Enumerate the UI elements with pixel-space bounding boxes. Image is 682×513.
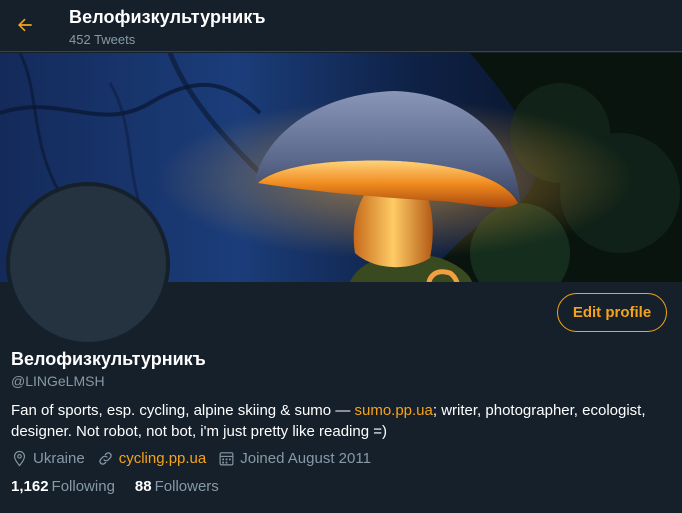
- bio-link[interactable]: sumo.pp.ua: [354, 402, 432, 419]
- profile-meta: Ukraine cycling.pp.ua Joined August 2011: [11, 448, 383, 468]
- location-text: Ukraine: [33, 449, 85, 467]
- user-handle: @LINGeLMSH: [11, 373, 105, 389]
- bio-text-start: Fan of sports, esp. cycling, alpine skii…: [11, 402, 355, 419]
- followers-label: Followers: [154, 478, 219, 495]
- display-name: Велофизкультурникъ: [11, 349, 206, 369]
- top-bar: Велофизкультурникъ 452 Tweets: [0, 0, 682, 52]
- profile-bio: Fan of sports, esp. cycling, alpine skii…: [11, 400, 671, 442]
- following-label: Following: [51, 478, 115, 495]
- website-link[interactable]: cycling.pp.ua: [119, 450, 207, 467]
- avatar[interactable]: [6, 182, 170, 346]
- joined-text: Joined August 2011: [240, 449, 371, 467]
- link-icon: [98, 451, 112, 465]
- tweet-count: 452 Tweets: [69, 32, 136, 47]
- followers-link[interactable]: 88 Followers: [135, 478, 219, 495]
- calendar-icon: [219, 451, 234, 465]
- following-link[interactable]: 1,162 Following: [11, 478, 115, 495]
- back-button[interactable]: [10, 10, 40, 40]
- followers-count: 88: [134, 478, 152, 495]
- header-title: Велофизкультурникъ: [69, 7, 266, 27]
- joined-item: Joined August 2011: [218, 450, 371, 467]
- location-item: Ukraine: [11, 450, 85, 467]
- arrow-left-icon: [18, 18, 32, 32]
- follow-stats: 1,162 Following 88 Followers: [11, 478, 239, 495]
- edit-profile-button[interactable]: Edit profile: [557, 293, 667, 332]
- location-pin-icon: [13, 450, 26, 466]
- following-count: 1,162: [11, 478, 49, 495]
- website-item: cycling.pp.ua: [97, 450, 207, 467]
